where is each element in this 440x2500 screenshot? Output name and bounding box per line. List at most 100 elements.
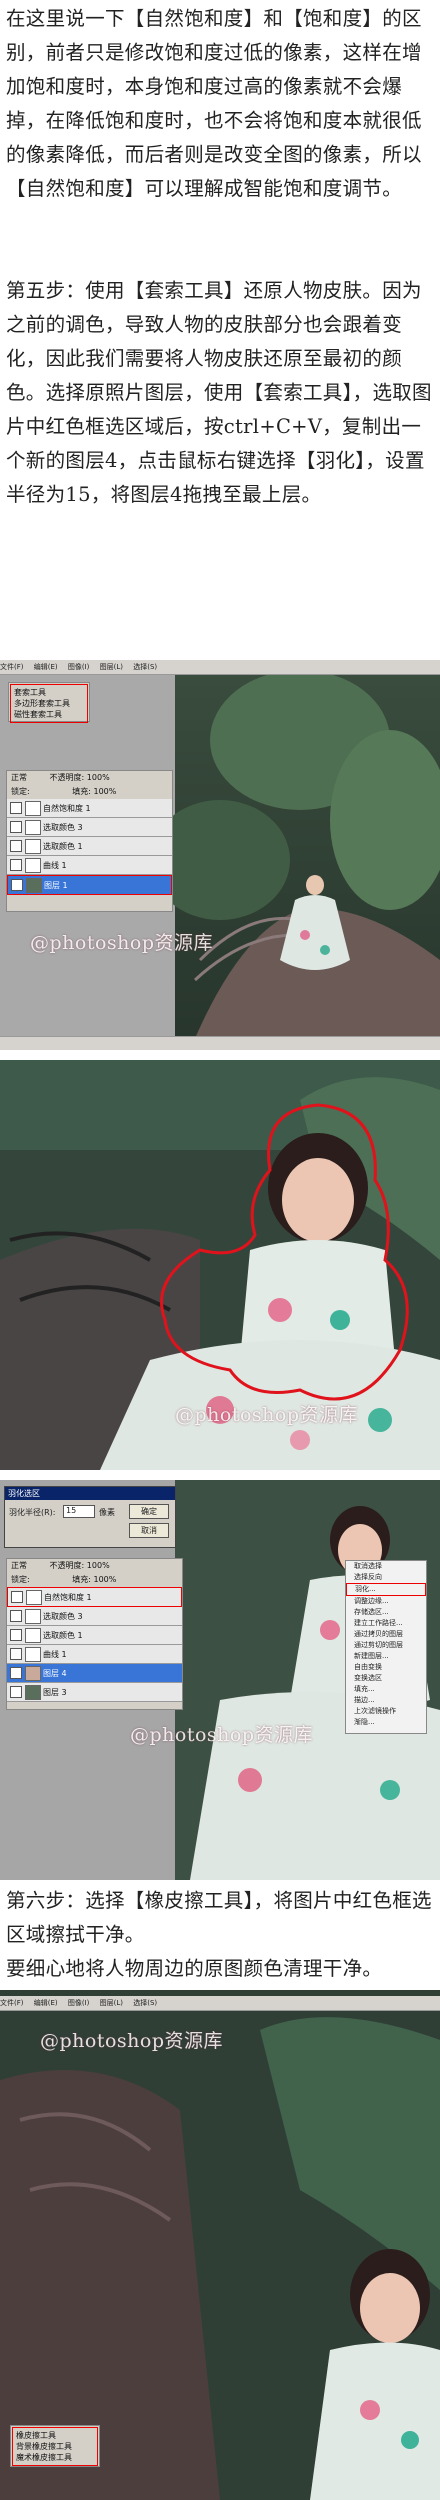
eye-icon[interactable] [11,1591,23,1603]
curves-thumb-icon [25,858,41,873]
watermark: @photoshop资源库 [130,1724,314,1746]
menu-image[interactable]: 图像(I) [68,660,90,674]
adjustment-thumb-icon [25,820,41,835]
menu-layer[interactable]: 图层(L) [100,1996,123,2010]
ctx-free-transform[interactable]: 自由变换 [346,1662,426,1673]
ctx-layer-via-cut[interactable]: 通过剪切的图层 [346,1640,426,1651]
ctx-stroke[interactable]: 描边... [346,1695,426,1706]
step6-note-paragraph: 要细心地将人物周边的原图颜色清理干净。 [6,1957,383,1980]
ctx-refine-edge[interactable]: 调整边缘... [346,1596,426,1607]
fill-value[interactable]: 100% [94,1575,117,1584]
blend-mode-select[interactable]: 正常 [11,773,27,782]
layer-row[interactable]: 选取颜色 1 [7,837,172,856]
adjustment-thumb-icon [26,1590,42,1605]
layer-row[interactable]: 曲线 1 [7,856,172,875]
blend-mode-select[interactable]: 正常 [11,1561,27,1570]
eraser-photo [0,1990,440,2500]
ctx-new-layer[interactable]: 新建图层... [346,1651,426,1662]
layer-row-selected[interactable]: 图层 1 [7,875,172,895]
menu-select[interactable]: 选择(S) [133,1996,157,2010]
eraser-tool-flyout: 橡皮擦工具 背景橡皮擦工具 魔术橡皮擦工具 [10,2425,100,2467]
background-eraser-tool-option[interactable]: 背景橡皮擦工具 [16,2441,94,2452]
ctx-make-work-path[interactable]: 建立工作路径... [346,1618,426,1629]
lasso-tool-option[interactable]: 套索工具 [14,687,84,698]
adjustment-thumb-icon [25,839,41,854]
layer-row[interactable]: 图层 3 [7,1683,182,1702]
eye-icon[interactable] [10,1648,22,1660]
ctx-layer-via-copy[interactable]: 通过拷贝的图层 [346,1629,426,1640]
layer-row-selected[interactable]: 图层 4 [7,1664,182,1683]
eye-icon[interactable] [10,840,22,852]
menu-layer[interactable]: 图层(L) [100,660,123,674]
layer-row[interactable]: 自然饱和度 1 [7,799,172,818]
opacity-value[interactable]: 100% [87,773,110,782]
eraser-tool-option[interactable]: 橡皮擦工具 [16,2430,94,2441]
feather-radius-label: 羽化半径(R): [9,1508,56,1517]
screenshot-lasso-selection: @photoshop资源库 [0,1060,440,1470]
eye-icon[interactable] [10,859,22,871]
fill-label: 填充: [72,1575,91,1584]
menu-file[interactable]: 文件(F) [0,1996,24,2010]
feather-dialog-title: 羽化选区 [5,1487,175,1500]
ctx-deselect[interactable]: 取消选择 [346,1561,426,1572]
eye-icon[interactable] [10,1667,22,1679]
layer-row[interactable]: 曲线 1 [7,1645,182,1664]
watermark: @photoshop资源库 [30,932,214,954]
fill-value[interactable]: 100% [94,787,117,796]
fill-label: 填充: [72,787,91,796]
screenshot-layers-panel: 文件(F) 编辑(E) 图像(I) 图层(L) 选择(S) 套索工具 多边形套索… [0,660,440,1050]
layers-panel: 正常 不透明度: 100% 锁定: 填充: 100% 自然饱和度 1 选取颜色 … [6,770,173,912]
eye-icon[interactable] [10,1629,22,1641]
ctx-last-filter[interactable]: 上次滤镜操作 [346,1706,426,1717]
watermark: @photoshop资源库 [175,1404,359,1426]
menu-edit[interactable]: 编辑(E) [34,1996,58,2010]
layer-row[interactable]: 选取颜色 3 [7,818,172,837]
watermark: @photoshop资源库 [40,2030,224,2052]
feather-radius-input[interactable]: 15 [63,1505,95,1518]
menu-file[interactable]: 文件(F) [0,660,24,674]
step5-paragraph: 第五步：使用【套索工具】还原人物皮肤。因为之前的调色，导致人物的皮肤部分也会跟着… [6,279,432,506]
eye-icon[interactable] [11,879,23,891]
intro-paragraph: 在这里说一下【自然饱和度】和【饱和度】的区别，前者只是修改饱和度过低的像素，这样… [6,7,422,200]
menu-select[interactable]: 选择(S) [133,660,157,674]
ctx-transform-selection[interactable]: 变换选区 [346,1673,426,1684]
ctx-feather[interactable]: 羽化... [346,1583,426,1596]
polygon-lasso-tool-option[interactable]: 多边形套索工具 [14,698,84,709]
photo-thumb-icon [26,878,42,893]
menu-edit[interactable]: 编辑(E) [34,660,58,674]
lock-label: 锁定: [11,1575,30,1584]
ctx-fill[interactable]: 填充... [346,1684,426,1695]
cancel-button[interactable]: 取消 [129,1523,169,1538]
photo-thumb-icon [25,1685,41,1700]
layer-row[interactable]: 选取颜色 3 [7,1607,182,1626]
magic-eraser-tool-option[interactable]: 魔术橡皮擦工具 [16,2452,94,2463]
eye-icon[interactable] [10,1610,22,1622]
eye-icon[interactable] [10,802,22,814]
photo-thumb-icon [25,1666,41,1681]
magnetic-lasso-tool-option[interactable]: 磁性套索工具 [14,709,84,720]
screenshot-feather-dialog: 羽化选区 羽化半径(R): 15 像素 确定 取消 正常 不透明度: 100% … [0,1480,440,1880]
adjustment-thumb-icon [25,1628,41,1643]
ctx-inverse[interactable]: 选择反向 [346,1572,426,1583]
eye-icon[interactable] [10,821,22,833]
ctx-save-selection[interactable]: 存储选区... [346,1607,426,1618]
screenshot-eraser-tool: 文件(F) 编辑(E) 图像(I) 图层(L) 选择(S) @photoshop… [0,1990,440,2500]
adjustment-thumb-icon [25,1609,41,1624]
layers-panel: 正常 不透明度: 100% 锁定: 填充: 100% 自然饱和度 1 选取颜色 … [6,1558,183,1710]
ps-menubar: 文件(F) 编辑(E) 图像(I) 图层(L) 选择(S) [0,1996,440,2011]
lock-label: 锁定: [11,787,30,796]
ps-statusbar [0,1036,440,1050]
lasso-tool-flyout: 套索工具 多边形套索工具 磁性套索工具 [8,682,90,723]
opacity-label: 不透明度: [49,773,85,782]
layer-row[interactable]: 选取颜色 1 [7,1626,182,1645]
layer-row[interactable]: 自然饱和度 1 [7,1587,182,1607]
ctx-fade[interactable]: 渐隐... [346,1717,426,1728]
context-menu: 取消选择 选择反向 羽化... 调整边缘... 存储选区... 建立工作路径..… [345,1560,427,1734]
ps-menubar: 文件(F) 编辑(E) 图像(I) 图层(L) 选择(S) [0,660,440,675]
feather-unit-label: 像素 [99,1508,115,1517]
ok-button[interactable]: 确定 [129,1504,169,1519]
menu-image[interactable]: 图像(I) [68,1996,90,2010]
opacity-value[interactable]: 100% [87,1561,110,1570]
adjustment-thumb-icon [25,801,41,816]
eye-icon[interactable] [10,1686,22,1698]
